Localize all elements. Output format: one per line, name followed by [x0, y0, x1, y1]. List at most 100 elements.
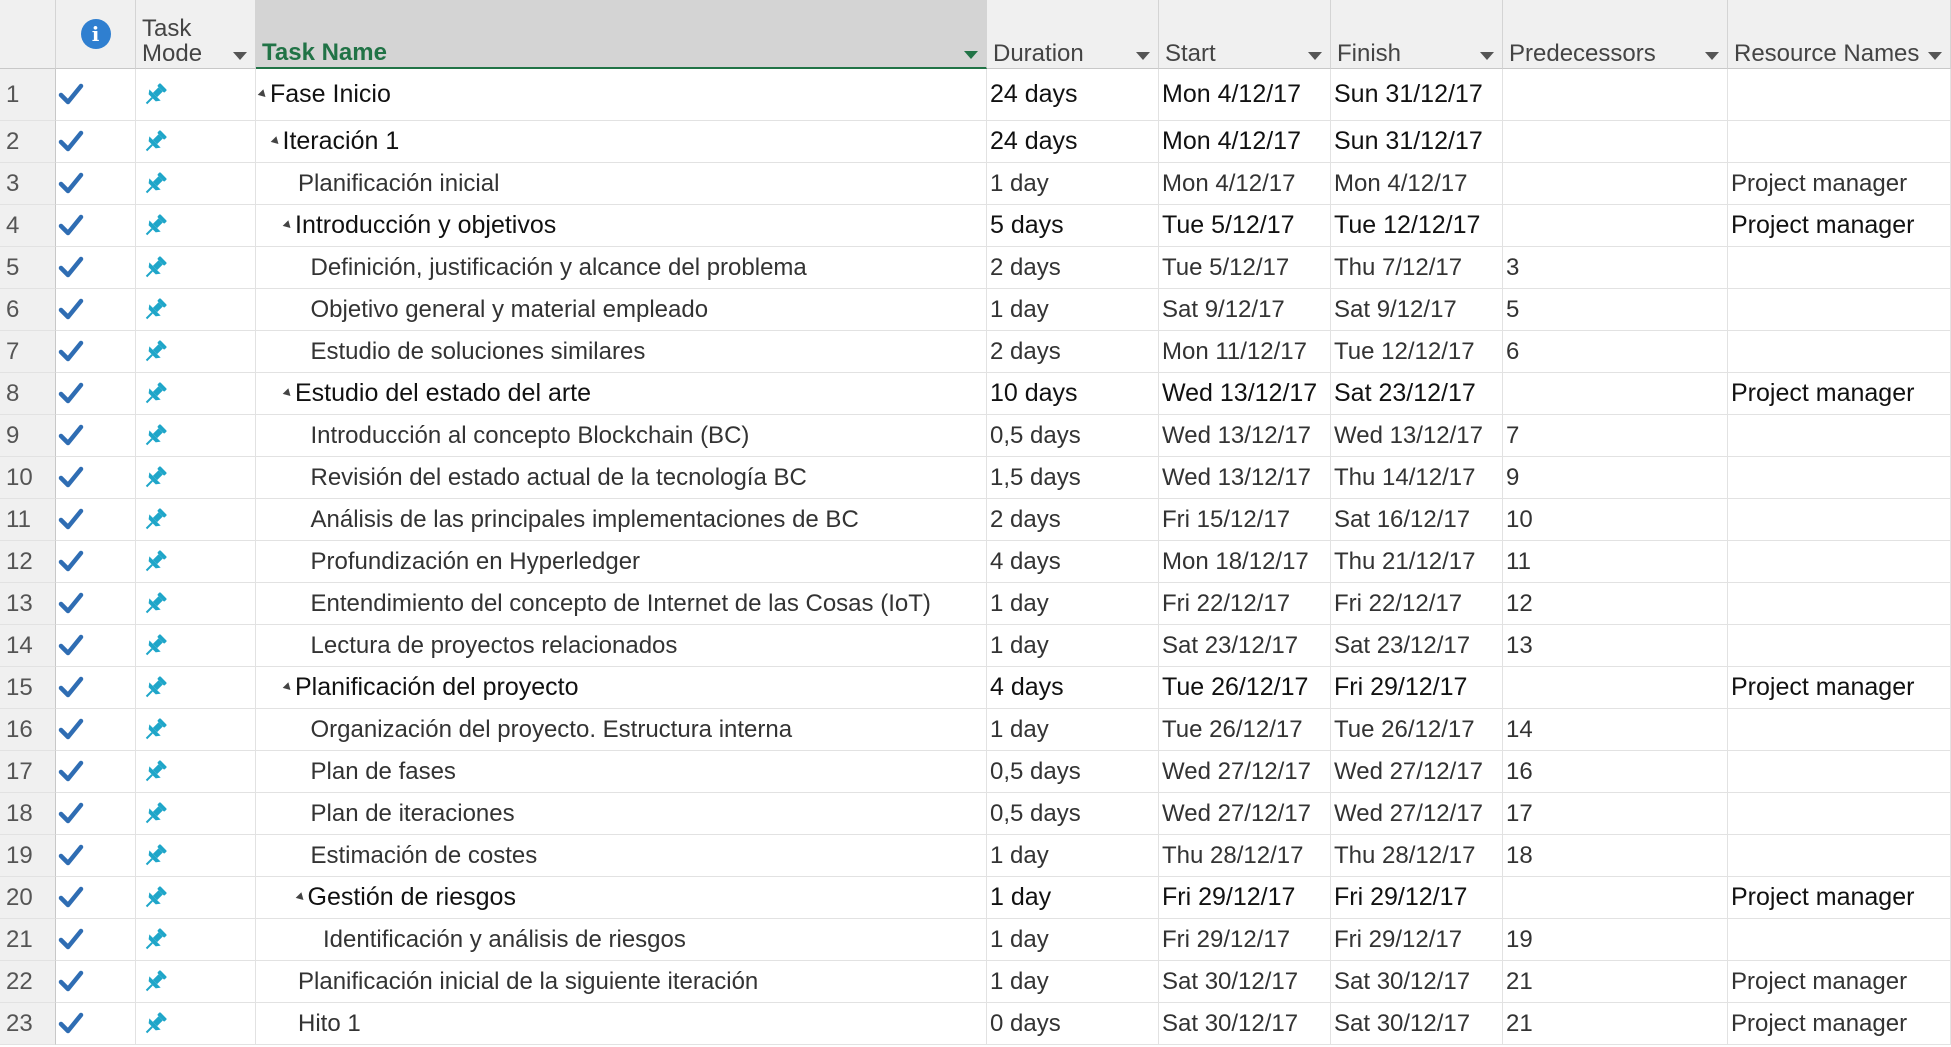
duration-cell[interactable]: 1 day: [987, 835, 1159, 877]
finish-cell[interactable]: Fri 29/12/17: [1331, 919, 1503, 961]
start-cell[interactable]: Sat 30/12/17: [1159, 961, 1331, 1003]
task-mode-cell[interactable]: [136, 751, 256, 793]
finish-cell[interactable]: Tue 26/12/17: [1331, 709, 1503, 751]
finish-cell[interactable]: Tue 12/12/17: [1331, 205, 1503, 247]
predecessors-cell[interactable]: 7: [1503, 415, 1728, 457]
duration-cell[interactable]: 4 days: [987, 541, 1159, 583]
task-mode-cell[interactable]: [136, 961, 256, 1003]
task-mode-cell[interactable]: [136, 625, 256, 667]
task-mode-cell[interactable]: [136, 499, 256, 541]
indicator-cell[interactable]: [56, 69, 136, 121]
task-name-cell[interactable]: Planificación inicial: [256, 163, 987, 205]
row-number[interactable]: 20: [0, 877, 56, 919]
indicator-cell[interactable]: [56, 793, 136, 835]
task-name-cell[interactable]: Revisión del estado actual de la tecnolo…: [256, 457, 987, 499]
predecessors-cell[interactable]: 19: [1503, 919, 1728, 961]
task-name-cell[interactable]: Objetivo general y material empleado: [256, 289, 987, 331]
duration-cell[interactable]: 1 day: [987, 625, 1159, 667]
start-cell[interactable]: Mon 4/12/17: [1159, 121, 1331, 163]
start-cell[interactable]: Sat 23/12/17: [1159, 625, 1331, 667]
task-mode-cell[interactable]: [136, 415, 256, 457]
predecessors-cell[interactable]: [1503, 877, 1728, 919]
task-mode-cell[interactable]: [136, 163, 256, 205]
indicator-cell[interactable]: [56, 121, 136, 163]
collapse-triangle-icon[interactable]: [282, 682, 294, 693]
task-name-cell[interactable]: Estimación de costes: [256, 835, 987, 877]
finish-cell[interactable]: Sat 23/12/17: [1331, 625, 1503, 667]
finish-cell[interactable]: Sun 31/12/17: [1331, 69, 1503, 121]
task-name-cell[interactable]: Gestión de riesgos: [256, 877, 987, 919]
select-all-corner[interactable]: [0, 0, 56, 69]
resource-names-cell[interactable]: Project manager: [1728, 877, 1951, 919]
predecessors-cell[interactable]: 21: [1503, 1003, 1728, 1045]
row-number[interactable]: 5: [0, 247, 56, 289]
duration-cell[interactable]: 1 day: [987, 163, 1159, 205]
duration-header[interactable]: Duration: [987, 0, 1159, 69]
chevron-down-icon[interactable]: [964, 51, 978, 59]
collapse-triangle-icon[interactable]: [282, 388, 294, 399]
task-name-cell[interactable]: Plan de fases: [256, 751, 987, 793]
duration-cell[interactable]: 1 day: [987, 583, 1159, 625]
resource-names-cell[interactable]: [1728, 835, 1951, 877]
resource-names-cell[interactable]: [1728, 919, 1951, 961]
task-mode-cell[interactable]: [136, 835, 256, 877]
duration-cell[interactable]: 2 days: [987, 247, 1159, 289]
duration-cell[interactable]: 0,5 days: [987, 793, 1159, 835]
predecessors-cell[interactable]: 17: [1503, 793, 1728, 835]
indicator-cell[interactable]: [56, 625, 136, 667]
start-cell[interactable]: Wed 27/12/17: [1159, 793, 1331, 835]
indicator-cell[interactable]: [56, 163, 136, 205]
finish-cell[interactable]: Fri 29/12/17: [1331, 667, 1503, 709]
indicator-cell[interactable]: [56, 499, 136, 541]
predecessors-cell[interactable]: 21: [1503, 961, 1728, 1003]
task-name-cell[interactable]: Lectura de proyectos relacionados: [256, 625, 987, 667]
chevron-down-icon[interactable]: [1136, 52, 1150, 60]
row-number[interactable]: 3: [0, 163, 56, 205]
indicator-cell[interactable]: [56, 751, 136, 793]
indicator-cell[interactable]: [56, 583, 136, 625]
finish-cell[interactable]: Thu 14/12/17: [1331, 457, 1503, 499]
indicator-cell[interactable]: [56, 373, 136, 415]
indicator-cell[interactable]: [56, 835, 136, 877]
indicator-cell[interactable]: [56, 289, 136, 331]
task-mode-cell[interactable]: [136, 69, 256, 121]
chevron-down-icon[interactable]: [1308, 52, 1322, 60]
row-number[interactable]: 14: [0, 625, 56, 667]
duration-cell[interactable]: 0 days: [987, 1003, 1159, 1045]
task-name-cell[interactable]: Hito 1: [256, 1003, 987, 1045]
row-number[interactable]: 11: [0, 499, 56, 541]
start-cell[interactable]: Mon 11/12/17: [1159, 331, 1331, 373]
start-cell[interactable]: Sat 9/12/17: [1159, 289, 1331, 331]
duration-cell[interactable]: 2 days: [987, 499, 1159, 541]
resource-names-cell[interactable]: [1728, 583, 1951, 625]
indicator-cell[interactable]: [56, 415, 136, 457]
resource-names-cell[interactable]: [1728, 415, 1951, 457]
task-mode-cell[interactable]: [136, 289, 256, 331]
predecessors-cell[interactable]: 18: [1503, 835, 1728, 877]
start-cell[interactable]: Sat 30/12/17: [1159, 1003, 1331, 1045]
task-name-cell[interactable]: Introducción y objetivos: [256, 205, 987, 247]
predecessors-cell[interactable]: 13: [1503, 625, 1728, 667]
task-name-cell[interactable]: Organización del proyecto. Estructura in…: [256, 709, 987, 751]
start-cell[interactable]: Wed 27/12/17: [1159, 751, 1331, 793]
row-number[interactable]: 15: [0, 667, 56, 709]
resource-names-cell[interactable]: Project manager: [1728, 373, 1951, 415]
duration-cell[interactable]: 1 day: [987, 709, 1159, 751]
finish-cell[interactable]: Sat 9/12/17: [1331, 289, 1503, 331]
finish-cell[interactable]: Fri 22/12/17: [1331, 583, 1503, 625]
finish-cell[interactable]: Wed 27/12/17: [1331, 793, 1503, 835]
predecessors-header[interactable]: Predecessors: [1503, 0, 1728, 69]
start-cell[interactable]: Mon 18/12/17: [1159, 541, 1331, 583]
task-name-cell[interactable]: Entendimiento del concepto de Internet d…: [256, 583, 987, 625]
collapse-triangle-icon[interactable]: [295, 892, 306, 903]
predecessors-cell[interactable]: [1503, 69, 1728, 121]
resource-names-cell[interactable]: [1728, 121, 1951, 163]
task-mode-cell[interactable]: [136, 919, 256, 961]
duration-cell[interactable]: 1 day: [987, 961, 1159, 1003]
predecessors-cell[interactable]: 14: [1503, 709, 1728, 751]
task-mode-cell[interactable]: [136, 331, 256, 373]
resource-names-cell[interactable]: [1728, 331, 1951, 373]
resource-names-cell[interactable]: [1728, 625, 1951, 667]
resource-names-cell[interactable]: [1728, 69, 1951, 121]
finish-cell[interactable]: Sat 16/12/17: [1331, 499, 1503, 541]
